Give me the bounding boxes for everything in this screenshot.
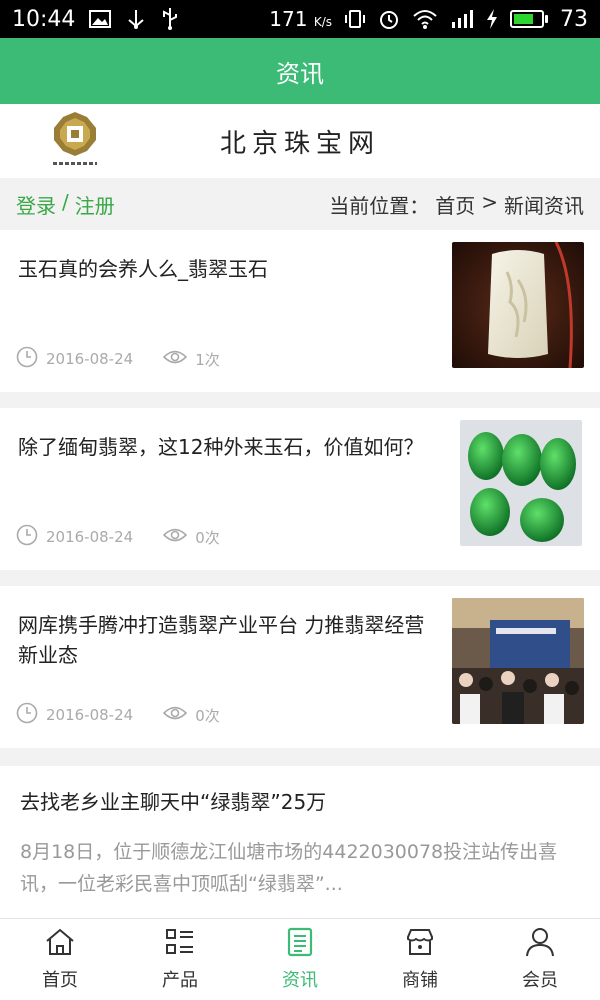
news-icon — [284, 927, 316, 962]
site-name: 北京珠宝网 — [219, 128, 380, 159]
news-summary: 8月18日，位于顺德龙江仙塘市场的4422030078投注站传出喜讯，一位老彩民… — [20, 841, 558, 895]
news-thumbnail[interactable] — [460, 420, 582, 546]
bottom-nav: 首页 产品 资讯 商铺 会员 — [0, 918, 600, 1000]
breadcrumb-row: 登录 / 注册 当前位置： 首页 > 新闻资讯 — [0, 178, 600, 230]
nav-member[interactable]: 会员 — [480, 919, 600, 1000]
news-item[interactable]: 网库携手腾冲打造翡翠产业平台 力推翡翠经营新业态 2016-08-24 0次 — [0, 586, 600, 748]
nav-label: 资讯 — [282, 970, 318, 991]
eye-icon — [163, 526, 188, 548]
nav-news[interactable]: 资讯 — [240, 919, 360, 1000]
breadcrumb-label: 当前位置： — [329, 193, 430, 218]
list-icon — [164, 927, 196, 962]
logo-row: 北京珠宝网 — [0, 104, 600, 178]
nav-label: 会员 — [522, 970, 558, 991]
net-speed: 171 K/s — [269, 7, 332, 31]
site-logo[interactable] — [40, 111, 110, 171]
status-bar: 10:44 171 K/s 73 — [0, 0, 600, 38]
login-link[interactable]: 登录 — [16, 190, 56, 219]
page-title: 资讯 — [276, 59, 324, 88]
news-views: 0次 — [195, 706, 220, 725]
nav-label: 首页 — [42, 970, 78, 991]
wifi-icon — [412, 8, 438, 30]
nav-products[interactable]: 产品 — [120, 919, 240, 1000]
eye-icon — [163, 348, 188, 370]
news-thumbnail[interactable] — [452, 242, 584, 368]
breadcrumb-section: 新闻资讯 — [504, 193, 584, 218]
news-title: 除了缅甸翡翠，这12种外来玉石，价值如何？ — [18, 435, 424, 459]
usb-icon — [161, 7, 179, 31]
news-list: 玉石真的会养人么_翡翠玉石 2016-08-24 1次 除了缅甸翡翠，这12种外… — [0, 230, 600, 764]
auth-separator: / — [62, 189, 69, 214]
user-icon — [524, 927, 556, 962]
image-icon — [89, 9, 112, 29]
news-title: 网库携手腾冲打造翡翠产业平台 力推翡翠经营新业态 — [18, 613, 425, 667]
nav-label: 产品 — [162, 970, 198, 991]
news-title: 玉石真的会养人么_翡翠玉石 — [18, 257, 268, 281]
app-bar: 资讯 — [0, 38, 600, 104]
home-icon — [44, 927, 76, 962]
eye-icon — [163, 704, 188, 726]
news-date: 2016-08-24 — [46, 528, 134, 546]
news-views: 0次 — [195, 528, 220, 547]
clock-icon — [16, 346, 38, 372]
breadcrumb: 当前位置： 首页 > 新闻资讯 — [329, 190, 584, 219]
news-title: 去找老乡业主聊天中“绿翡翠”25万 — [20, 790, 327, 814]
battery-level: 73 — [560, 6, 588, 32]
news-date: 2016-08-24 — [46, 706, 134, 724]
status-time: 10:44 — [12, 6, 76, 32]
news-item[interactable]: 除了缅甸翡翠，这12种外来玉石，价值如何？ 2016-08-24 0次 — [0, 408, 600, 570]
battery-icon — [510, 10, 548, 28]
nav-home[interactable]: 首页 — [0, 919, 120, 1000]
usb-icon — [125, 8, 147, 30]
breadcrumb-arrow: > — [481, 189, 498, 214]
news-meta: 2016-08-24 1次 — [16, 346, 220, 372]
news-date: 2016-08-24 — [46, 350, 134, 368]
news-views: 1次 — [195, 350, 220, 369]
news-item-text[interactable]: 去找老乡业主聊天中“绿翡翠”25万 8月18日，位于顺德龙江仙塘市场的44220… — [0, 766, 600, 926]
news-item[interactable]: 玉石真的会养人么_翡翠玉石 2016-08-24 1次 — [0, 230, 600, 392]
news-meta: 2016-08-24 0次 — [16, 524, 220, 550]
alarm-icon — [378, 8, 400, 30]
charging-icon — [486, 8, 498, 30]
auth-links: 登录 / 注册 — [16, 190, 115, 219]
signal-icon — [450, 8, 474, 30]
news-meta: 2016-08-24 0次 — [16, 702, 220, 728]
nav-shop[interactable]: 商铺 — [360, 919, 480, 1000]
vibrate-icon — [344, 8, 366, 30]
register-link[interactable]: 注册 — [75, 190, 115, 219]
breadcrumb-home[interactable]: 首页 — [435, 190, 475, 219]
shop-icon — [404, 927, 436, 962]
nav-label: 商铺 — [402, 970, 438, 991]
clock-icon — [16, 524, 38, 550]
news-thumbnail[interactable] — [452, 598, 584, 724]
clock-icon — [16, 702, 38, 728]
